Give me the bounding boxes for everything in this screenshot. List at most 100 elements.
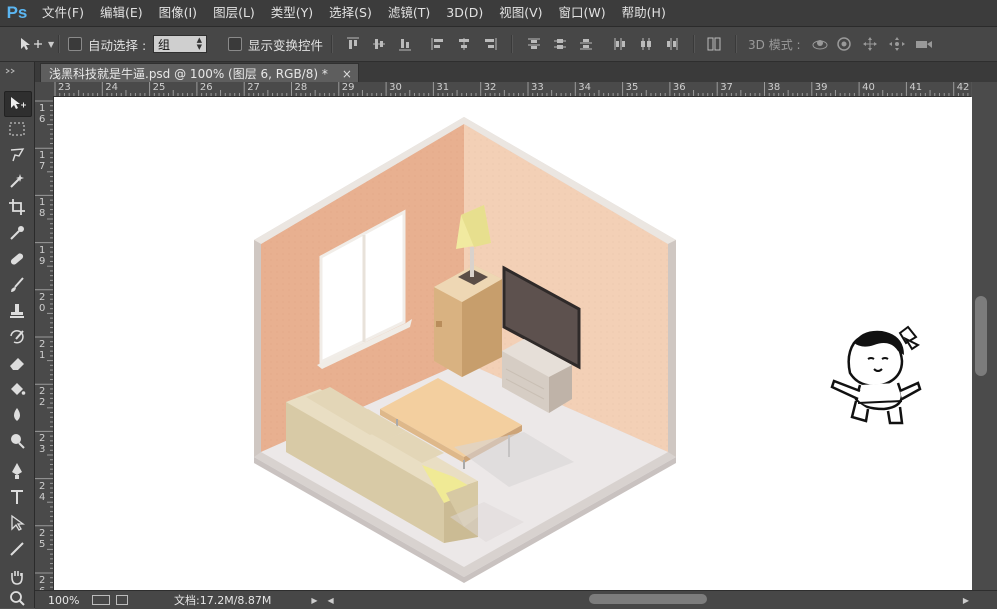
share-icon[interactable]	[116, 595, 128, 605]
align-left-icon[interactable]	[430, 36, 446, 52]
show-transform-checkbox[interactable]: 显示变换控件	[228, 27, 323, 61]
align-bottom-icon[interactable]	[397, 36, 413, 52]
blur-tool[interactable]	[4, 403, 30, 427]
distribute-bottom-icon[interactable]	[578, 36, 594, 52]
document-tab[interactable]: 浅黑科技就是牛逼.psd @ 100% (图层 6, RGB/8) * ×	[40, 63, 359, 83]
marquee-icon	[9, 122, 25, 136]
align-right-icon[interactable]	[482, 36, 498, 52]
menu-filter[interactable]: 滤镜(T)	[380, 0, 438, 26]
ruler-label: 37	[720, 82, 733, 93]
auto-align-layers-icon[interactable]	[706, 36, 722, 52]
menu-3d[interactable]: 3D(D)	[438, 0, 491, 26]
ruler-label: 2 1	[39, 339, 46, 361]
tool-preset-picker[interactable]: ▼	[18, 27, 54, 61]
crop-tool[interactable]	[4, 195, 30, 219]
eyedropper-tool[interactable]	[4, 221, 30, 245]
menu-image[interactable]: 图像(I)	[151, 0, 205, 26]
align-hcenter-icon[interactable]	[456, 36, 472, 52]
ruler-label: 31	[436, 82, 450, 93]
move-icon	[11, 97, 26, 109]
ruler-label: 39	[814, 82, 828, 93]
ruler-label: 2 2	[39, 386, 46, 409]
history-brush-icon	[10, 330, 24, 344]
scroll-left-arrow-icon[interactable]: ◀	[328, 596, 334, 605]
lasso-tool[interactable]	[4, 143, 30, 167]
3d-slide-icon[interactable]	[888, 36, 906, 52]
status-menu-arrow-icon[interactable]: ▶	[311, 596, 317, 605]
blur-icon	[14, 408, 20, 421]
3d-pan-icon[interactable]	[862, 36, 878, 52]
clone-stamp-tool[interactable]	[4, 299, 30, 323]
pen-icon	[12, 463, 22, 479]
document-canvas[interactable]	[54, 97, 972, 590]
brush-icon	[11, 277, 24, 292]
zoom-tool[interactable]	[4, 590, 30, 606]
histogram-icon[interactable]	[92, 595, 110, 605]
pen-tool[interactable]	[4, 459, 30, 483]
menu-select[interactable]: 选择(S)	[321, 0, 380, 26]
checkbox-box[interactable]	[228, 37, 242, 51]
panel-grip[interactable]	[2, 64, 32, 74]
ruler-label: 36	[672, 82, 686, 93]
zoom-level-field[interactable]: 100%	[48, 594, 88, 607]
eraser-tool[interactable]	[4, 351, 30, 375]
close-icon[interactable]: ×	[342, 67, 352, 81]
align-vcenter-icon[interactable]	[371, 36, 387, 52]
hand-tool[interactable]	[4, 565, 30, 589]
marquee-tool[interactable]	[4, 117, 30, 141]
ruler-label: 2 5	[39, 527, 46, 550]
ruler-label: 29	[341, 82, 355, 93]
align-top-icon[interactable]	[345, 36, 361, 52]
eyedropper-icon	[10, 226, 24, 240]
ruler-label: 2 6	[39, 575, 46, 590]
ruler-label: 34	[578, 82, 592, 93]
ruler-label: 2 3	[39, 433, 46, 456]
healing-brush-tool[interactable]	[4, 247, 30, 271]
divider	[735, 35, 737, 53]
3d-camera-icon[interactable]	[914, 36, 934, 52]
auto-select-checkbox[interactable]: 自动选择 :	[68, 27, 146, 61]
ruler-label: 30	[389, 82, 402, 93]
distribute-hcenter-icon[interactable]	[638, 36, 654, 52]
menu-layer[interactable]: 图层(L)	[205, 0, 263, 26]
3d-roll-icon[interactable]	[836, 36, 852, 52]
distribute-left-icon[interactable]	[612, 36, 628, 52]
checkbox-box[interactable]	[68, 37, 82, 51]
menu-help[interactable]: 帮助(H)	[614, 0, 674, 26]
paint-bucket-tool[interactable]	[4, 377, 30, 401]
menu-type[interactable]: 类型(Y)	[263, 0, 321, 26]
path-selection-icon	[11, 514, 25, 531]
horizontal-scroll-thumb[interactable]	[589, 594, 707, 604]
ruler-label: 2 0	[39, 291, 46, 314]
menu-file[interactable]: 文件(F)	[34, 0, 92, 26]
dodge-tool[interactable]	[4, 429, 30, 453]
distribute-right-icon[interactable]	[664, 36, 680, 52]
vertical-scroll-thumb[interactable]	[975, 296, 987, 376]
menu-window[interactable]: 窗口(W)	[551, 0, 614, 26]
move-tool[interactable]	[4, 91, 32, 117]
horizontal-ruler[interactable]: 23 24 25 26 27 28 29 30 31 32 33 34 35 36 37 38 39 40 41 42	[54, 82, 971, 97]
ruler-label: 1 9	[39, 244, 46, 267]
menu-edit[interactable]: 编辑(E)	[92, 0, 151, 26]
eraser-icon	[10, 358, 24, 370]
isometric-room-artwork	[254, 117, 922, 583]
ruler-label: 26	[199, 82, 213, 93]
path-selection-tool[interactable]	[4, 511, 30, 535]
type-tool[interactable]	[4, 485, 30, 509]
divider	[693, 35, 695, 53]
menu-view[interactable]: 视图(V)	[491, 0, 550, 26]
brush-tool[interactable]	[4, 273, 30, 297]
distribute-vcenter-icon[interactable]	[552, 36, 568, 52]
distribute-top-icon[interactable]	[526, 36, 542, 52]
ruler-origin[interactable]	[35, 82, 55, 97]
3d-orbit-icon[interactable]	[810, 36, 830, 52]
auto-select-dropdown[interactable]: 组 ▲ ▼	[153, 35, 207, 53]
history-brush-tool[interactable]	[4, 325, 30, 349]
line-tool[interactable]	[4, 537, 30, 561]
magic-wand-tool[interactable]	[4, 169, 30, 193]
ruler-label: 1 6	[39, 103, 46, 125]
ruler-label: 35	[625, 82, 639, 93]
3d-mode-label: 3D 模式 :	[748, 37, 801, 52]
scroll-right-arrow-icon[interactable]: ▶	[963, 596, 969, 605]
vertical-ruler[interactable]: 1 6 1 7 1 8 1 9 2 0 2 1 2 2 2 3 2 4 2 5 2 6	[35, 96, 54, 590]
